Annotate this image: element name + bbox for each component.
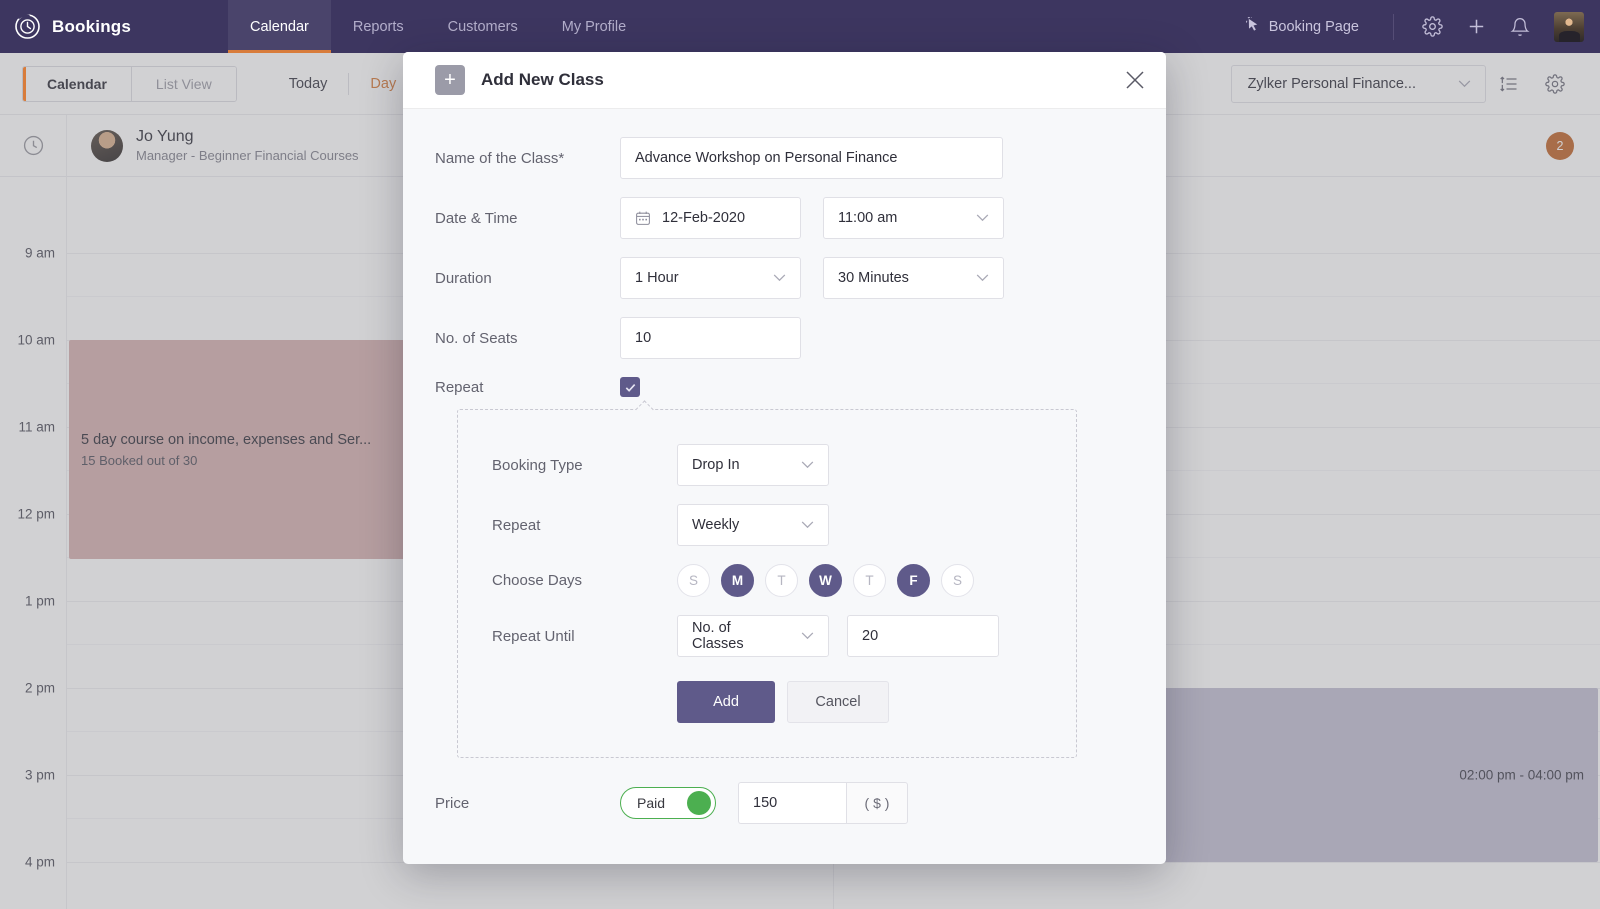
price-amount-input[interactable]: 150 <box>738 782 846 824</box>
field-row-repeat-until: Repeat Until No. of Classes 20 <box>492 615 1076 657</box>
chevron-down-icon <box>801 518 814 532</box>
class-name-value: Advance Workshop on Personal Finance <box>635 150 898 166</box>
seats-label: No. of Seats <box>435 329 518 347</box>
repeat-until-label: Repeat Until <box>492 627 575 645</box>
nav-tab-reports[interactable]: Reports <box>331 0 426 53</box>
nav-tab-calendar-label: Calendar <box>250 18 309 35</box>
duration-hours-select[interactable]: 1 Hour <box>620 257 801 299</box>
nav-divider <box>1393 13 1394 40</box>
day-toggle-tuesday[interactable]: T <box>765 564 798 597</box>
field-row-seats: No. of Seats 10 <box>435 317 1134 359</box>
chevron-down-icon <box>801 629 814 643</box>
dialog-body: Name of the Class* Advance Workshop on P… <box>403 109 1166 824</box>
dialog-title: Add New Class <box>481 70 604 89</box>
nav-right-actions: Booking Page <box>1245 5 1600 49</box>
booking-type-label: Booking Type <box>492 456 583 474</box>
day-toggle-monday[interactable]: M <box>721 564 754 597</box>
repeat-count-value: 20 <box>862 628 879 644</box>
plus-icon: + <box>435 65 465 95</box>
date-input[interactable]: 12-Feb-2020 <box>620 197 801 239</box>
price-paid-toggle[interactable]: Paid <box>620 787 716 819</box>
field-row-date-time: Date & Time 12-Feb-2020 11:00 am <box>435 197 1134 239</box>
repeat-count-input[interactable]: 20 <box>847 615 999 657</box>
cursor-click-icon <box>1245 16 1261 36</box>
repeat-frequency-label: Repeat <box>492 516 541 534</box>
price-amount-group: 150 ( $ ) <box>738 782 908 824</box>
nav-tab-calendar[interactable]: Calendar <box>228 0 331 53</box>
add-button[interactable]: Add <box>677 681 775 723</box>
chevron-down-icon <box>773 271 786 285</box>
seats-value: 10 <box>635 330 652 346</box>
repeat-checkbox[interactable] <box>620 377 640 397</box>
day-toggle-friday[interactable]: F <box>897 564 930 597</box>
repeat-frequency-select[interactable]: Weekly <box>677 504 829 546</box>
field-row-choose-days: Choose Days S M T W T F S <box>492 564 1076 597</box>
booking-page-button[interactable]: Booking Page <box>1245 16 1377 36</box>
repeat-panel-actions: Add Cancel <box>677 681 1076 723</box>
calendar-icon <box>635 210 651 226</box>
time-select[interactable]: 11:00 am <box>823 197 1004 239</box>
day-toggle-wednesday[interactable]: W <box>809 564 842 597</box>
choose-days-label: Choose Days <box>492 572 583 589</box>
chevron-down-icon <box>976 211 989 225</box>
nav-tab-customers[interactable]: Customers <box>426 0 540 53</box>
field-row-repeat-toggle: Repeat <box>435 377 1134 397</box>
day-toggle-thursday[interactable]: T <box>853 564 886 597</box>
repeat-until-value: No. of Classes <box>692 620 744 652</box>
field-row-class-name: Name of the Class* Advance Workshop on P… <box>435 137 1134 179</box>
top-navigation-bar: Bookings Calendar Reports Customers My P… <box>0 0 1600 53</box>
price-currency-label: ( $ ) <box>846 782 908 824</box>
close-icon[interactable] <box>1104 52 1166 109</box>
day-toggle-sunday[interactable]: S <box>677 564 710 597</box>
field-row-price: Price Paid 150 ( $ ) <box>435 782 1134 824</box>
nav-tab-customers-label: Customers <box>447 18 518 35</box>
class-name-label: Name of the Class* <box>435 149 565 167</box>
price-label: Price <box>435 794 470 812</box>
repeat-until-select[interactable]: No. of Classes <box>677 615 829 657</box>
day-toggle-saturday[interactable]: S <box>941 564 974 597</box>
booking-type-select[interactable]: Drop In <box>677 444 829 486</box>
gear-icon[interactable] <box>1410 5 1454 49</box>
toggle-knob <box>687 791 711 815</box>
day-picker: S M T W T F S <box>677 564 974 597</box>
duration-minutes-select[interactable]: 30 Minutes <box>823 257 1004 299</box>
price-amount-value: 150 <box>753 795 778 811</box>
brand[interactable]: Bookings <box>0 13 228 40</box>
seats-input[interactable]: 10 <box>620 317 801 359</box>
class-name-input[interactable]: Advance Workshop on Personal Finance <box>620 137 1003 179</box>
app-root: Bookings Calendar Reports Customers My P… <box>0 0 1600 909</box>
avatar[interactable] <box>1554 11 1584 42</box>
time-value: 11:00 am <box>838 210 898 226</box>
cancel-button[interactable]: Cancel <box>787 681 889 723</box>
brand-name: Bookings <box>52 16 132 36</box>
chevron-down-icon <box>976 271 989 285</box>
bookings-logo-icon <box>14 13 41 40</box>
booking-page-label: Booking Page <box>1268 18 1359 35</box>
chevron-down-icon <box>801 458 814 472</box>
repeat-frequency-value: Weekly <box>692 517 740 533</box>
repeat-options-panel: Booking Type Drop In Repeat Weekly Choos… <box>457 409 1077 758</box>
nav-tab-reports-label: Reports <box>352 18 404 35</box>
plus-icon[interactable] <box>1454 5 1498 49</box>
field-row-booking-type: Booking Type Drop In <box>492 444 1076 486</box>
field-row-duration: Duration 1 Hour 30 Minutes <box>435 257 1134 299</box>
bell-icon[interactable] <box>1498 5 1542 49</box>
repeat-label: Repeat <box>435 378 484 396</box>
date-value: 12-Feb-2020 <box>662 210 746 226</box>
price-paid-toggle-label: Paid <box>637 795 666 811</box>
duration-minutes-value: 30 Minutes <box>838 270 909 286</box>
date-time-label: Date & Time <box>435 209 518 227</box>
booking-type-value: Drop In <box>692 457 740 473</box>
nav-tab-my-profile[interactable]: My Profile <box>540 0 648 53</box>
duration-label: Duration <box>435 269 492 287</box>
duration-hours-value: 1 Hour <box>635 270 679 286</box>
nav-tab-my-profile-label: My Profile <box>561 18 627 35</box>
dialog-header: + Add New Class <box>403 52 1166 109</box>
field-row-repeat-frequency: Repeat Weekly <box>492 504 1076 546</box>
add-new-class-dialog: + Add New Class Name of the Class* Advan… <box>403 52 1166 864</box>
nav-tabs: Calendar Reports Customers My Profile <box>228 0 648 53</box>
